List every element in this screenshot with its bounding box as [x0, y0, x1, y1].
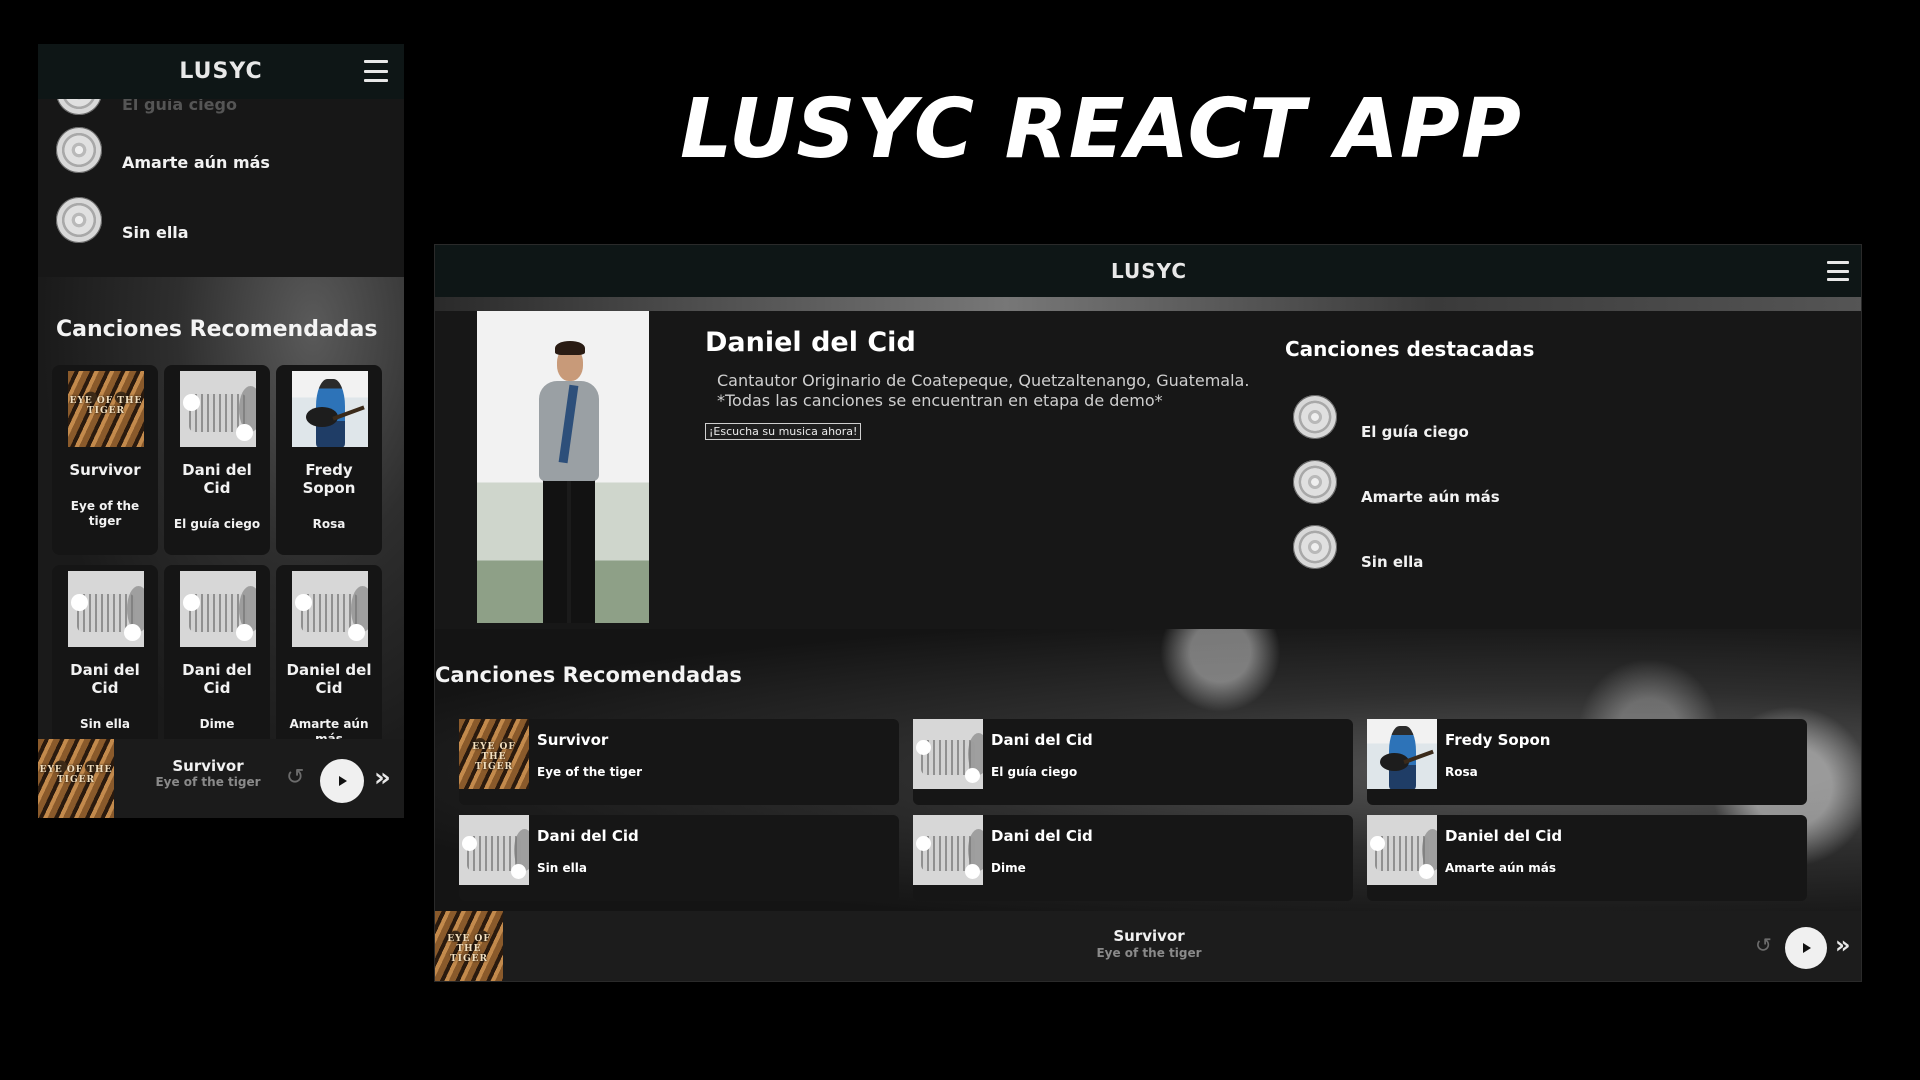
artist-name: Daniel del Cid — [705, 327, 916, 358]
header-divider — [435, 297, 1861, 311]
section-title: Canciones Recomendadas — [435, 663, 742, 687]
card-song: Sin ella — [80, 717, 130, 731]
next-icon[interactable]: » — [1835, 931, 1850, 959]
artist-photo — [477, 311, 649, 623]
card-artist: Daniel del Cid — [1445, 827, 1563, 845]
card-song: Amarte aún más — [1445, 861, 1556, 875]
song-card[interactable]: Daniel del Cid Amarte aún más — [276, 565, 382, 755]
artist-section: Daniel del Cid Cantautor Originario de C… — [435, 311, 1861, 629]
app-header: LUSYC — [38, 44, 404, 99]
play-icon — [1803, 943, 1811, 953]
song-card[interactable]: Dani del Cid El guía ciego — [164, 365, 270, 555]
song-card[interactable]: Dani del Cid El guía ciego — [913, 719, 1353, 805]
featured-song-label: Amarte aún más — [1361, 488, 1500, 506]
now-playing-subtitle: Eye of the tiger — [155, 775, 261, 789]
recommended-section: Canciones Recomendadas EYE OF THE TIGER S… — [435, 629, 1861, 915]
disc-icon — [1293, 395, 1337, 439]
card-artist: Dani del Cid — [182, 461, 252, 497]
play-icon — [339, 776, 347, 786]
featured-song-item[interactable]: Sin ella — [56, 197, 189, 243]
card-artist: Fredy Sopon — [302, 461, 356, 497]
hamburger-icon[interactable] — [364, 60, 388, 82]
album-cover: EYE OF THE TIGER — [459, 719, 529, 789]
card-artist: Dani del Cid — [991, 827, 1093, 845]
card-song: Rosa — [312, 517, 346, 531]
card-artist: Fredy Sopon — [1445, 731, 1551, 749]
now-playing-cover: EYE OF THE TIGER — [435, 911, 503, 981]
album-cover — [292, 371, 368, 447]
song-card[interactable]: EYE OF THE TIGER Survivor Eye of the tige… — [459, 719, 899, 805]
now-playing-subtitle: Eye of the tiger — [1096, 946, 1202, 960]
song-card[interactable]: Fredy Sopon Rosa — [276, 365, 382, 555]
album-cover — [913, 815, 983, 885]
album-cover: EYE OF THE TIGER — [68, 371, 144, 447]
card-artist: Dani del Cid — [537, 827, 639, 845]
app-header: LUSYC — [435, 245, 1861, 297]
next-icon[interactable]: » — [374, 763, 391, 793]
page-headline: LUSYC REACT APP — [680, 82, 1523, 177]
featured-song-item[interactable]: Amarte aún más — [1293, 460, 1500, 506]
now-playing-cover: EYE OF THE TIGER — [38, 739, 114, 818]
song-card[interactable]: Dani del Cid Dime — [164, 565, 270, 755]
song-card[interactable]: Dani del Cid Dime — [913, 815, 1353, 901]
song-card[interactable]: Dani del Cid Sin ella — [459, 815, 899, 901]
song-card[interactable]: Dani del Cid Sin ella — [52, 565, 158, 755]
player-bar: EYE OF THE TIGER Survivor Eye of the tige… — [435, 911, 1861, 981]
card-artist: Dani del Cid — [70, 661, 140, 697]
repeat-icon[interactable]: ↺ — [1755, 933, 1772, 957]
featured-title: Canciones destacadas — [1285, 337, 1535, 361]
card-song: Sin ella — [537, 861, 587, 875]
album-cover — [459, 815, 529, 885]
card-artist: Survivor — [69, 461, 141, 479]
app-logo[interactable]: LUSYC — [1111, 259, 1187, 283]
repeat-icon[interactable]: ↺ — [286, 765, 304, 790]
card-song: Eye of the tiger — [537, 765, 643, 779]
featured-song-item[interactable]: El guía ciego — [1293, 395, 1469, 441]
featured-song-label: Sin ella — [1361, 553, 1424, 571]
card-artist: Survivor — [537, 731, 609, 749]
card-song: El guía ciego — [991, 765, 1078, 779]
card-artist: Dani del Cid — [991, 731, 1093, 749]
artist-description: Cantautor Originario de Coatepeque, Quet… — [717, 371, 1250, 390]
featured-song-item[interactable]: Sin ella — [1293, 525, 1423, 571]
disc-icon — [56, 127, 102, 173]
disc-icon — [1293, 525, 1337, 569]
card-artist: Dani del Cid — [182, 661, 252, 697]
card-song: El guía ciego — [173, 517, 261, 531]
recommended-section: Canciones Recomendadas EYE OF THE TIGER S… — [38, 277, 404, 787]
featured-song-label: El guía ciego — [1361, 423, 1469, 441]
album-cover — [68, 571, 144, 647]
player-bar: EYE OF THE TIGER Survivor Eye of the tige… — [38, 739, 404, 818]
card-song: Dime — [199, 717, 235, 731]
album-cover — [1367, 815, 1437, 885]
song-card[interactable]: EYE OF THE TIGER Survivor Eye of the tige… — [52, 365, 158, 555]
disc-icon — [1293, 460, 1337, 504]
album-cover — [180, 371, 256, 447]
app-logo[interactable]: LUSYC — [179, 59, 262, 84]
section-title: Canciones Recomendadas — [56, 317, 378, 342]
play-button[interactable] — [1785, 927, 1827, 969]
album-cover — [292, 571, 368, 647]
album-cover — [913, 719, 983, 789]
song-card[interactable]: Fredy Sopon Rosa — [1367, 719, 1807, 805]
artist-note: *Todas las canciones se encuentran en et… — [717, 391, 1163, 410]
play-button[interactable] — [320, 759, 364, 803]
listen-now-button[interactable]: ¡Escucha su musica ahora! — [705, 423, 862, 440]
desktop-preview: LUSYC Daniel del Cid Cantautor Originari… — [434, 244, 1862, 982]
hamburger-icon[interactable] — [1827, 261, 1849, 281]
card-artist: Daniel del Cid — [286, 661, 372, 697]
disc-icon — [56, 197, 102, 243]
album-cover — [180, 571, 256, 647]
featured-song-label: Sin ella — [122, 222, 189, 242]
mobile-preview: El guía ciego Amarte aún más Sin ella LU… — [38, 44, 404, 818]
card-song: Dime — [991, 861, 1026, 875]
now-playing-title: Survivor — [172, 757, 244, 775]
now-playing-title: Survivor — [1113, 927, 1185, 945]
album-cover — [1367, 719, 1437, 789]
card-song: Eye of the tiger — [70, 499, 140, 528]
featured-song-label: Amarte aún más — [122, 152, 270, 172]
song-card[interactable]: Daniel del Cid Amarte aún más — [1367, 815, 1807, 901]
card-song: Rosa — [1445, 765, 1478, 779]
featured-song-item[interactable]: Amarte aún más — [56, 127, 270, 173]
